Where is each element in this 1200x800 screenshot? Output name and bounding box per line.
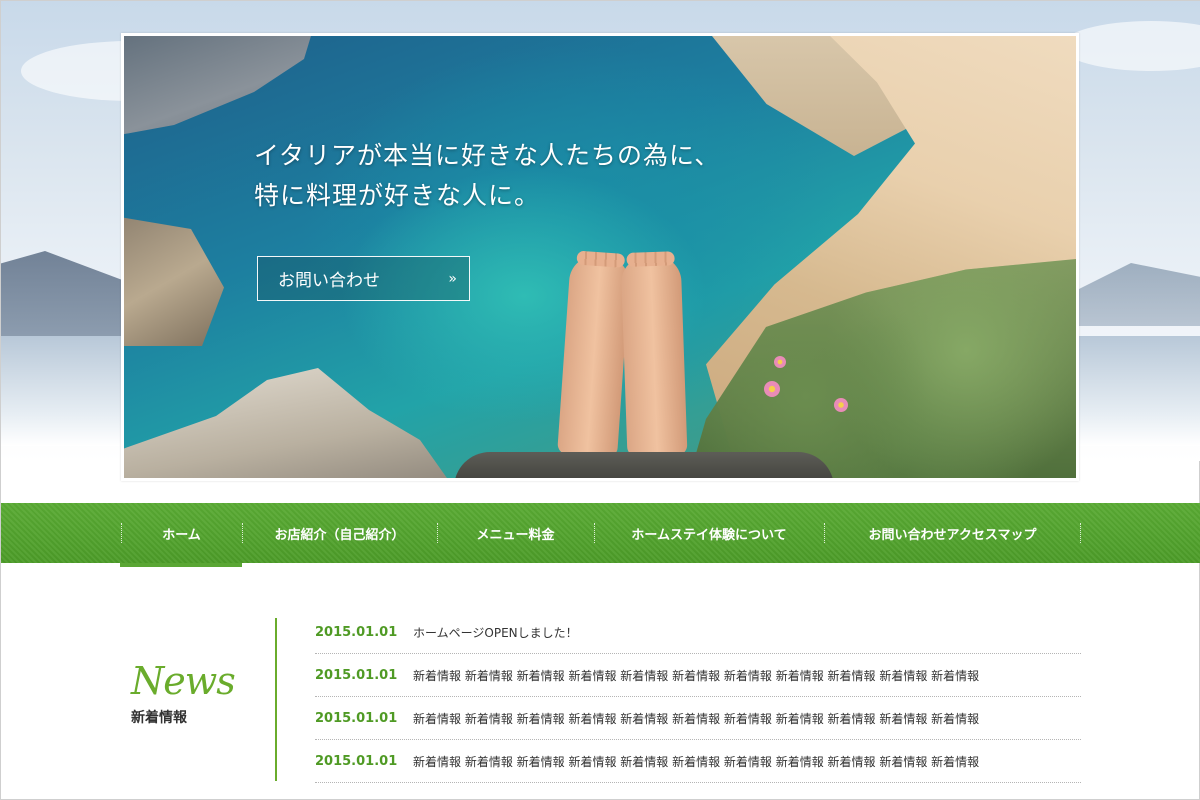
news-date: 2015.01.01 xyxy=(315,667,398,683)
hero-pants xyxy=(454,452,834,478)
news-script-title: News xyxy=(131,659,236,703)
nav-item-label: ホームステイ体験について xyxy=(631,527,787,543)
news-date: 2015.01.01 xyxy=(315,624,398,640)
nav-active-indicator xyxy=(120,563,242,567)
mountain-right xyxy=(1061,263,1200,326)
news-divider xyxy=(275,618,277,781)
nav-item-menu[interactable]: メニュー料金 xyxy=(437,503,594,563)
hero-rock-bottom xyxy=(124,368,454,478)
nav-item-label: ホーム xyxy=(162,527,201,543)
news-text: 新着情報 新着情報 新着情報 新着情報 新着情報 新着情報 新着情報 新着情報 … xyxy=(413,668,980,683)
hero-vegetation xyxy=(686,258,1076,478)
contact-button[interactable]: お問い合わせ » xyxy=(257,256,470,301)
double-chevron-right-icon: » xyxy=(448,270,456,287)
mountain-left xyxy=(1,251,141,341)
nav-item-label: お店紹介（自己紹介） xyxy=(274,527,405,543)
hero-banner: イタリアが本当に好きな人たちの為に、 特に料理が好きな人に。 お問い合わせ » xyxy=(121,33,1079,481)
global-nav: ホーム お店紹介（自己紹介） メニュー料金 ホームステイ体験について お問い合わ… xyxy=(1,503,1200,563)
nav-item-contact-access[interactable]: お問い合わせアクセスマップ xyxy=(824,503,1081,563)
foot-right xyxy=(620,251,688,457)
news-item[interactable]: 2015.01.01 新着情報 新着情報 新着情報 新着情報 新着情報 新着情報… xyxy=(315,740,1081,783)
hero-headline-line1: イタリアが本当に好きな人たちの為に、 xyxy=(254,141,721,170)
nav-item-homestay[interactable]: ホームステイ体験について xyxy=(594,503,824,563)
news-item[interactable]: 2015.01.01 ホームページOPENしました！ xyxy=(315,611,1081,654)
hero-rock-left xyxy=(124,216,224,346)
news-text: ホームページOPENしました！ xyxy=(413,625,578,640)
cloud xyxy=(1061,21,1200,71)
news-item[interactable]: 2015.01.01 新着情報 新着情報 新着情報 新着情報 新着情報 新着情報… xyxy=(315,697,1081,740)
news-list: 2015.01.01 ホームページOPENしました！ 2015.01.01 新着… xyxy=(315,611,1081,783)
sea-right xyxy=(1076,336,1200,446)
news-text: 新着情報 新着情報 新着情報 新着情報 新着情報 新着情報 新着情報 新着情報 … xyxy=(413,711,980,726)
nav-item-home[interactable]: ホーム xyxy=(121,503,242,563)
news-item[interactable]: 2015.01.01 新着情報 新着情報 新着情報 新着情報 新着情報 新着情報… xyxy=(315,654,1081,697)
nav-item-label: お問い合わせアクセスマップ xyxy=(868,527,1037,543)
flower xyxy=(834,398,848,412)
hero-rock-top-left xyxy=(124,36,314,136)
foot-left xyxy=(557,250,631,458)
hero-headline: イタリアが本当に好きな人たちの為に、 特に料理が好きな人に。 xyxy=(254,136,720,216)
sea-left xyxy=(1,336,126,446)
news-date: 2015.01.01 xyxy=(315,753,398,769)
news-heading: News 新着情報 xyxy=(131,659,236,727)
global-nav-inner: ホーム お店紹介（自己紹介） メニュー料金 ホームステイ体験について お問い合わ… xyxy=(121,503,1081,563)
toes xyxy=(576,250,626,268)
nav-item-about[interactable]: お店紹介（自己紹介） xyxy=(242,503,437,563)
news-title: 新着情報 xyxy=(131,710,187,726)
toes xyxy=(626,251,675,267)
nav-item-label: メニュー料金 xyxy=(476,527,555,543)
news-text: 新着情報 新着情報 新着情報 新着情報 新着情報 新着情報 新着情報 新着情報 … xyxy=(413,754,980,769)
flower xyxy=(774,356,786,368)
hero-headline-line2: 特に料理が好きな人に。 xyxy=(254,181,541,210)
contact-button-label: お問い合わせ xyxy=(278,271,380,291)
flower xyxy=(764,381,780,397)
news-date: 2015.01.01 xyxy=(315,710,398,726)
